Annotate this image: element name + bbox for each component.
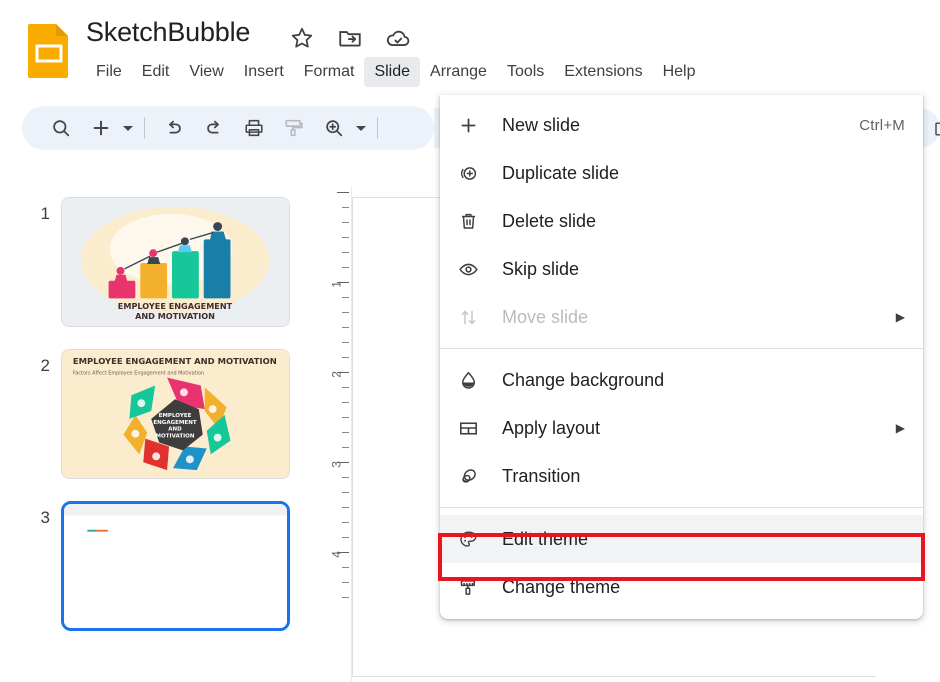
menu-divider-2 [440, 507, 923, 508]
move-slide-icon [458, 307, 488, 328]
menu-item-label: Move slide [502, 306, 589, 327]
ruler-label-1: 1 [330, 281, 344, 288]
menu-tools[interactable]: Tools [497, 57, 554, 87]
submenu-arrow-icon: ▶ [895, 421, 905, 435]
vertical-ruler[interactable]: 1 2 3 4 [322, 186, 352, 682]
layout-icon [458, 418, 488, 439]
palette-icon [458, 529, 488, 550]
menu-file[interactable]: File [86, 57, 132, 87]
menu-divider-1 [440, 348, 923, 349]
svg-text:MOTIVATION: MOTIVATION [156, 434, 195, 440]
menu-item-label: Duplicate slide [502, 162, 620, 183]
filmstrip-slide-3[interactable]: 3 [0, 500, 318, 652]
document-title[interactable]: SketchBubble [86, 17, 250, 48]
menu-help[interactable]: Help [653, 57, 706, 87]
zoom-icon[interactable] [317, 111, 351, 145]
svg-text:EMPLOYEE ENGAGEMENT: EMPLOYEE ENGAGEMENT [118, 301, 233, 311]
menu-item-delete-slide[interactable]: Delete slide [440, 197, 923, 245]
filmstrip-slide-2[interactable]: 2 EMPLOYEE ENGAGEMENT AND MOTIVATION Fac… [0, 348, 318, 500]
menu-arrange[interactable]: Arrange [420, 57, 497, 87]
search-icon[interactable] [44, 111, 78, 145]
menu-item-new-slide[interactable]: New slide Ctrl+M [440, 101, 923, 149]
title-bar: SketchBubble [0, 0, 940, 78]
print-icon[interactable] [237, 111, 271, 145]
menu-view[interactable]: View [179, 57, 233, 87]
new-slide-icon[interactable] [84, 111, 118, 145]
toolbar-divider-1 [144, 117, 145, 139]
svg-text:Factors Affect Employee Engage: Factors Affect Employee Engagement and M… [73, 371, 204, 377]
undo-icon[interactable] [157, 111, 191, 145]
svg-text:EMPLOYEE ENGAGEMENT AND MOTIVA: EMPLOYEE ENGAGEMENT AND MOTIVATION [73, 356, 277, 366]
menu-item-change-background[interactable]: Change background [440, 356, 923, 404]
redo-icon[interactable] [197, 111, 231, 145]
paint-format-icon[interactable] [277, 111, 311, 145]
menu-item-apply-layout[interactable]: Apply layout ▶ [440, 404, 923, 452]
menu-bar: File Edit View Insert Format Slide Arran… [86, 57, 705, 87]
svg-text:AND MOTIVATION: AND MOTIVATION [135, 311, 215, 321]
menu-item-label: Apply layout [502, 417, 601, 438]
ruler-label-3: 3 [330, 461, 344, 468]
menu-item-label: Change background [502, 369, 665, 390]
svg-text:ENGAGEMENT: ENGAGEMENT [153, 420, 196, 426]
slide-filmstrip[interactable]: 1 EMPLOYEE ENGAGEMENT AND MOTIVATION 2 E… [0, 160, 318, 682]
cloud-saved-icon[interactable] [385, 25, 411, 51]
menu-insert[interactable]: Insert [234, 57, 294, 87]
ruler-label-2: 2 [330, 371, 344, 378]
google-slides-logo [26, 22, 72, 80]
filmstrip-slide-1[interactable]: 1 EMPLOYEE ENGAGEMENT AND MOTIVATION [0, 196, 318, 348]
menu-item-duplicate-slide[interactable]: Duplicate slide [440, 149, 923, 197]
menu-item-label: Edit theme [502, 528, 589, 549]
new-slide-caret-icon[interactable] [118, 111, 138, 145]
ruler-label-4: 4 [330, 551, 344, 558]
menu-item-label: Skip slide [502, 258, 580, 279]
paint-roller-icon [458, 577, 488, 598]
toolbar-overflow-icon[interactable] [924, 112, 940, 146]
trash-icon [458, 211, 488, 232]
slide-number: 1 [40, 204, 50, 223]
menu-item-transition[interactable]: Transition [440, 452, 923, 500]
svg-text:AND: AND [168, 427, 182, 433]
menu-item-edit-theme[interactable]: Edit theme [440, 515, 923, 563]
google-slides-window: SketchBubble File Edit View Insert Forma… [0, 0, 940, 682]
eye-icon [458, 259, 488, 280]
submenu-arrow-icon: ▶ [895, 310, 905, 324]
menu-item-shortcut: Ctrl+M [859, 116, 905, 134]
slide-thumbnail-1[interactable]: EMPLOYEE ENGAGEMENT AND MOTIVATION [61, 197, 290, 327]
menu-item-change-theme[interactable]: Change theme [440, 563, 923, 611]
water-drop-icon [458, 370, 488, 391]
duplicate-icon [458, 163, 488, 184]
toolbar-divider-2 [377, 117, 378, 139]
folder-move-icon[interactable] [337, 25, 363, 51]
menu-item-skip-slide[interactable]: Skip slide [440, 245, 923, 293]
menu-item-label: Transition [502, 465, 581, 486]
menu-item-label: Change theme [502, 576, 621, 597]
plus-icon [458, 115, 488, 136]
menu-edit[interactable]: Edit [132, 57, 180, 87]
menu-extensions[interactable]: Extensions [554, 57, 652, 87]
slide-number: 2 [40, 356, 50, 375]
slide-thumbnail-2[interactable]: EMPLOYEE ENGAGEMENT AND MOTIVATION Facto… [61, 349, 290, 479]
slide-thumbnail-3[interactable] [61, 501, 290, 631]
zoom-caret-icon[interactable] [351, 111, 371, 145]
menu-format[interactable]: Format [294, 57, 365, 87]
menu-item-move-slide: Move slide ▶ [440, 293, 923, 341]
star-icon[interactable] [289, 25, 315, 51]
slide-dropdown-menu[interactable]: New slide Ctrl+M Duplicate slide Delete … [440, 95, 923, 619]
svg-text:EMPLOYEE: EMPLOYEE [159, 413, 192, 419]
slide-number: 3 [40, 508, 50, 527]
menu-slide[interactable]: Slide [364, 57, 421, 87]
transition-icon [458, 466, 488, 487]
menu-item-label: New slide [502, 114, 581, 135]
menu-item-label: Delete slide [502, 210, 597, 231]
main-toolbar [22, 106, 434, 150]
